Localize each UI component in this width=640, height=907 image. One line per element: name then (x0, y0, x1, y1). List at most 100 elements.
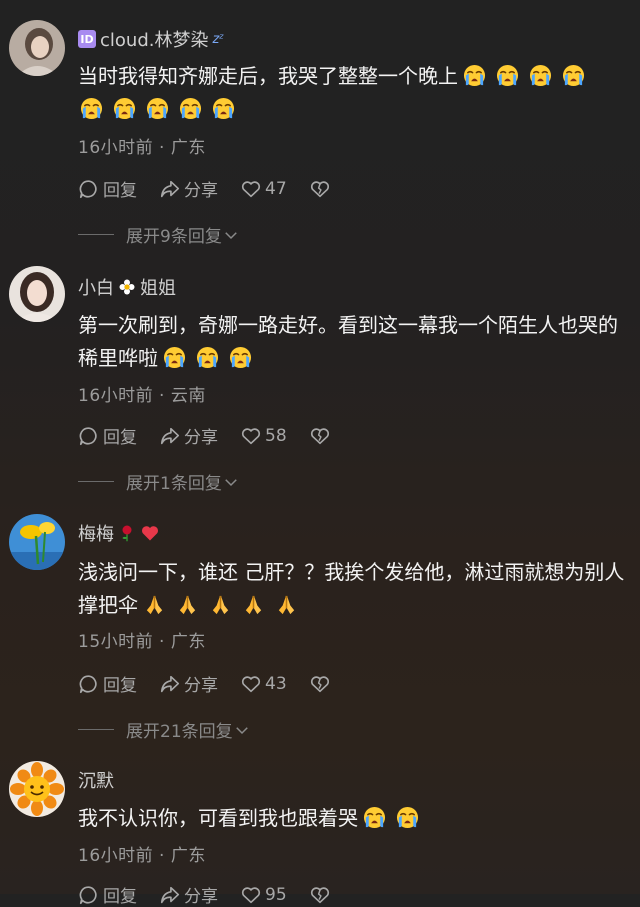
folded-hands-emoji (176, 593, 199, 616)
share-label: 分享 (184, 676, 218, 696)
username-text: 沉默 (78, 771, 114, 792)
crying-face-emoji (463, 64, 486, 87)
divider-line (78, 481, 114, 482)
crying-face-emoji (363, 806, 386, 829)
chevron-down-icon (222, 226, 240, 244)
dislike-button[interactable] (309, 884, 331, 906)
comment-body: 当时我得知齐娜走后，我哭了整整一个晚上 (78, 64, 458, 88)
comment-body: 第一次刷到，奇娜一路走好。看到这一幕我一个陌生人也哭的稀里哗啦 (78, 313, 618, 370)
share-label: 分享 (184, 181, 218, 201)
share-button[interactable]: 分享 (159, 882, 218, 907)
crying-face-emoji (196, 346, 219, 369)
crying-face-emoji (229, 346, 252, 369)
avatar[interactable] (9, 20, 65, 76)
rose-emoji (122, 525, 132, 542)
divider-line (78, 729, 114, 730)
reply-bubble-icon (78, 673, 100, 695)
heart-outline-icon (240, 425, 262, 447)
share-arrow-icon (159, 178, 181, 200)
like-button[interactable]: 43 (240, 673, 287, 695)
time-location: 15小时前 · 广东 (78, 632, 206, 652)
share-arrow-icon (159, 425, 181, 447)
red-heart-emoji (141, 526, 159, 541)
comment-actions: 回复 分享 43 (78, 671, 353, 696)
heart-outline-icon (240, 884, 262, 906)
dislike-button[interactable] (309, 178, 331, 200)
share-button[interactable]: 分享 (159, 671, 218, 696)
avatar[interactable] (9, 514, 65, 570)
share-label: 分享 (184, 887, 218, 907)
share-arrow-icon (159, 884, 181, 906)
crying-face-emoji (179, 97, 202, 120)
avatar[interactable] (9, 761, 65, 817)
username[interactable]: 沉默 (78, 767, 114, 793)
share-label: 分享 (184, 428, 218, 448)
reply-button[interactable]: 回复 (78, 423, 137, 448)
crying-face-emoji (163, 346, 186, 369)
dislike-button[interactable] (309, 425, 331, 447)
flower-emoji (119, 279, 135, 295)
broken-heart-icon (309, 425, 331, 447)
username[interactable]: 梅梅 (78, 520, 160, 546)
username[interactable]: 小白 姐姐 (78, 274, 176, 300)
username-text: 梅梅 (78, 524, 114, 545)
reply-label: 回复 (103, 181, 137, 201)
expand-replies-label: 展开9条回复 (126, 227, 222, 247)
crying-face-emoji (496, 64, 519, 87)
expand-replies-button[interactable]: 展开9条回复 (78, 222, 240, 247)
like-count: 58 (265, 425, 287, 446)
crying-face-emoji (212, 97, 235, 120)
reply-button[interactable]: 回复 (78, 882, 137, 907)
id-badge-icon: ID (78, 30, 96, 48)
reply-label: 回复 (103, 676, 137, 696)
share-button[interactable]: 分享 (159, 423, 218, 448)
crying-face-emoji (562, 64, 585, 87)
crying-face-emoji (529, 64, 552, 87)
expand-replies-label: 展开21条回复 (126, 722, 233, 742)
sleep-zz-icon: zᶻ (212, 31, 225, 47)
comment-text: 我不认识你，可看到我也跟着哭 (78, 802, 630, 835)
share-button[interactable]: 分享 (159, 176, 218, 201)
crying-face-emoji (80, 97, 103, 120)
heart-outline-icon (240, 673, 262, 695)
reply-label: 回复 (103, 428, 137, 448)
crying-face-emoji (146, 97, 169, 120)
comment-body: 我不认识你，可看到我也跟着哭 (78, 806, 358, 830)
like-count: 47 (265, 178, 287, 199)
reply-bubble-icon (78, 884, 100, 906)
dislike-button[interactable] (309, 673, 331, 695)
expand-replies-label: 展开1条回复 (126, 474, 222, 494)
username[interactable]: ID cloud.林梦染 zᶻ (78, 26, 224, 52)
like-count: 43 (265, 673, 287, 694)
username-prefix: 小白 (78, 278, 114, 299)
heart-outline-icon (240, 178, 262, 200)
like-button[interactable]: 58 (240, 425, 287, 447)
chevron-down-icon (222, 473, 240, 491)
comment-actions: 回复 分享 95 (78, 882, 353, 907)
reply-button[interactable]: 回复 (78, 176, 137, 201)
avatar[interactable] (9, 266, 65, 322)
chevron-down-icon (233, 721, 251, 739)
expand-replies-button[interactable]: 展开1条回复 (78, 469, 240, 494)
like-button[interactable]: 95 (240, 884, 287, 906)
comment-actions: 回复 分享 58 (78, 423, 353, 448)
divider-line (78, 234, 114, 235)
reply-bubble-icon (78, 178, 100, 200)
time-location: 16小时前 · 云南 (78, 386, 206, 406)
like-count: 95 (265, 884, 287, 905)
broken-heart-icon (309, 178, 331, 200)
time-location: 16小时前 · 广东 (78, 138, 206, 158)
reply-button[interactable]: 回复 (78, 671, 137, 696)
comment-text: 浅浅问一下，谁还 己肝？？我挨个发给他，淋过雨就想为别人撑把伞 (78, 556, 630, 622)
username-suffix: 姐姐 (140, 278, 176, 299)
time-location: 16小时前 · 广东 (78, 846, 206, 866)
broken-heart-icon (309, 884, 331, 906)
reply-label: 回复 (103, 887, 137, 907)
crying-face-emoji (396, 806, 419, 829)
like-button[interactable]: 47 (240, 178, 287, 200)
expand-replies-button[interactable]: 展开21条回复 (78, 717, 251, 742)
comment-text: 当时我得知齐娜走后，我哭了整整一个晚上 (78, 60, 630, 126)
reply-bubble-icon (78, 425, 100, 447)
username-text: cloud.林梦染 (100, 30, 209, 51)
crying-face-emoji (113, 97, 136, 120)
